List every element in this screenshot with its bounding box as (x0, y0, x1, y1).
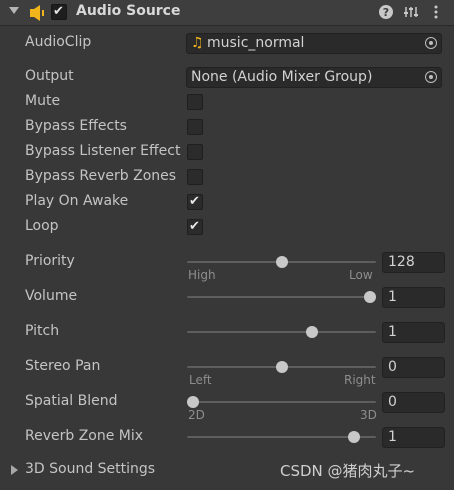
reverb-zone-mix-input[interactable]: 1 (382, 427, 445, 448)
check-icon: ✔ (189, 194, 200, 209)
component-enabled-checkbox[interactable]: ✔ (51, 4, 67, 20)
stereo-pan-min-label: Left (189, 373, 212, 387)
volume-slider-thumb[interactable] (364, 291, 376, 303)
spatial-blend-input[interactable]: 0 (382, 392, 445, 413)
play-on-awake-checkbox[interactable]: ✔ (187, 194, 203, 210)
music-note-icon: ♫ (191, 35, 204, 51)
pitch-input[interactable]: 1 (382, 322, 445, 343)
play-on-awake-label: Play On Awake (25, 193, 129, 209)
output-label: Output (25, 68, 74, 84)
svg-text:?: ? (383, 6, 389, 19)
audio-clip-label: AudioClip (25, 34, 92, 50)
mute-label: Mute (25, 93, 61, 109)
stereo-pan-max-label: Right (344, 373, 376, 387)
priority-slider-thumb[interactable] (275, 256, 288, 268)
help-icon[interactable]: ? (378, 4, 394, 20)
audio-clip-field[interactable]: ♫ music_normal (186, 33, 442, 54)
output-value: None (Audio Mixer Group) (191, 69, 373, 85)
bypass-effects-checkbox[interactable] (187, 119, 203, 135)
stereo-pan-value: 0 (388, 359, 397, 375)
priority-max-label: Low (349, 268, 373, 282)
spatial-blend-label: Spatial Blend (25, 393, 118, 409)
output-field[interactable]: None (Audio Mixer Group) (186, 67, 442, 88)
stereo-pan-input[interactable]: 0 (382, 357, 445, 378)
spatial-blend-slider-thumb[interactable] (187, 396, 199, 408)
bypass-listener-effects-checkbox[interactable] (187, 144, 203, 160)
object-picker-icon[interactable] (425, 37, 437, 49)
spatial-blend-value: 0 (388, 394, 397, 410)
foldout-arrow-icon[interactable] (9, 7, 19, 14)
volume-slider-track[interactable] (187, 296, 376, 298)
reverb-zone-mix-value: 1 (388, 429, 397, 445)
reverb-zone-mix-slider-thumb[interactable] (348, 431, 361, 443)
foldout-collapsed-icon[interactable] (11, 465, 18, 475)
context-menu-icon[interactable] (428, 4, 444, 20)
priority-value: 128 (388, 254, 415, 270)
reverb-zone-mix-label: Reverb Zone Mix (25, 428, 144, 444)
bypass-effects-label: Bypass Effects (25, 118, 127, 134)
mute-checkbox[interactable] (187, 94, 203, 110)
volume-value: 1 (388, 289, 397, 305)
priority-label: Priority (25, 253, 75, 269)
stereo-pan-slider-thumb[interactable] (275, 361, 288, 373)
pitch-label: Pitch (25, 323, 60, 339)
component-title: Audio Source (76, 3, 181, 19)
audio-clip-value: music_normal (207, 35, 305, 51)
pitch-slider-track[interactable] (187, 331, 376, 333)
pitch-slider-thumb[interactable] (305, 326, 318, 338)
audio-source-speaker-icon (30, 5, 44, 21)
spatial-blend-slider-track[interactable] (187, 401, 376, 403)
check-icon: ✔ (53, 4, 64, 19)
spatial-blend-min-label: 2D (188, 408, 205, 422)
pitch-value: 1 (388, 324, 397, 340)
object-picker-icon[interactable] (425, 71, 437, 83)
stereo-pan-label: Stereo Pan (25, 358, 101, 374)
volume-label: Volume (25, 288, 78, 304)
volume-input[interactable]: 1 (382, 287, 445, 308)
3d-sound-settings-foldout[interactable]: 3D Sound Settings (25, 461, 155, 477)
bypass-listener-effects-label: Bypass Listener Effect (25, 143, 181, 159)
check-icon: ✔ (189, 219, 200, 234)
spatial-blend-max-label: 3D (360, 408, 377, 422)
bypass-reverb-zones-checkbox[interactable] (187, 169, 203, 185)
priority-input[interactable]: 128 (382, 252, 445, 273)
loop-checkbox[interactable]: ✔ (187, 219, 203, 235)
loop-label: Loop (25, 218, 59, 234)
watermark-text: CSDN @猪肉丸子~ (280, 462, 416, 480)
component-header: ✔ Audio Source ? (0, 0, 454, 26)
bypass-reverb-zones-label: Bypass Reverb Zones (25, 168, 177, 184)
presets-icon[interactable] (403, 4, 419, 20)
priority-min-label: High (188, 268, 216, 282)
